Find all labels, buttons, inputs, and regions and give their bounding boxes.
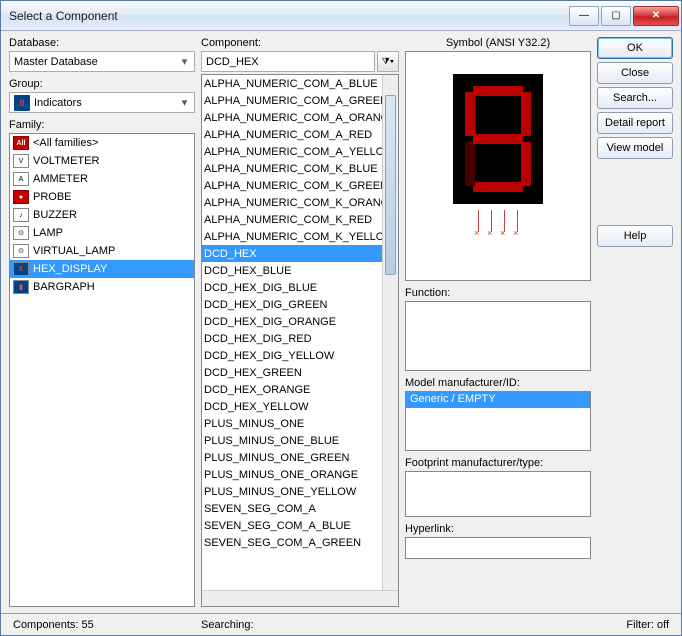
- component-item[interactable]: PLUS_MINUS_ONE_YELLOW: [202, 483, 382, 500]
- component-item[interactable]: DCD_HEX_DIG_BLUE: [202, 279, 382, 296]
- component-item[interactable]: DCD_HEX_DIG_RED: [202, 330, 382, 347]
- component-item[interactable]: DCD_HEX_DIG_GREEN: [202, 296, 382, 313]
- component-item[interactable]: PLUS_MINUS_ONE_GREEN: [202, 449, 382, 466]
- component-item[interactable]: DCD_HEX_DIG_ORANGE: [202, 313, 382, 330]
- group-label: Group:: [9, 78, 195, 90]
- status-searching: Searching:: [195, 619, 620, 631]
- component-item[interactable]: DCD_HEX_ORANGE: [202, 381, 382, 398]
- component-item[interactable]: DCD_HEX_YELLOW: [202, 398, 382, 415]
- family-listbox[interactable]: All <All families> V VOLTMETER A AMMETER ● PROB…: [9, 133, 195, 607]
- close-window-button[interactable]: ✕: [633, 6, 679, 26]
- component-item[interactable]: PLUS_MINUS_ONE: [202, 415, 382, 432]
- family-item[interactable]: All <All families>: [10, 134, 194, 152]
- minimize-button[interactable]: —: [569, 6, 599, 26]
- horizontal-scrollbar[interactable]: [202, 590, 398, 606]
- titlebar[interactable]: Select a Component — ▢ ✕: [1, 1, 681, 31]
- statusbar: Components: 55 Searching: Filter: off: [1, 613, 681, 635]
- component-item[interactable]: SEVEN_SEG_COM_A_GREEN: [202, 534, 382, 551]
- component-item[interactable]: SEVEN_SEG_COM_A_BLUE: [202, 517, 382, 534]
- family-item[interactable]: ⊙ VIRTUAL_LAMP: [10, 242, 194, 260]
- view-model-button[interactable]: View model: [597, 137, 673, 159]
- filter-icon: ⧩▾: [382, 56, 394, 67]
- search-button[interactable]: Search...: [597, 87, 673, 109]
- family-icon: ♪: [13, 208, 29, 222]
- status-components: Components: 55: [7, 619, 195, 631]
- footprint-listbox[interactable]: [405, 471, 591, 517]
- family-icon: ▮: [13, 280, 29, 294]
- window-title: Select a Component: [9, 9, 569, 23]
- family-item-label: AMMETER: [33, 173, 88, 185]
- component-filter-options-button[interactable]: ⧩▾: [377, 51, 399, 72]
- model-mfr-item[interactable]: Generic / EMPTY: [406, 392, 590, 408]
- component-listbox[interactable]: ALPHA_NUMERIC_COM_A_BLUEALPHA_NUMERIC_CO…: [202, 75, 382, 590]
- family-icon: ⊙: [13, 244, 29, 258]
- component-item[interactable]: DCD_HEX_DIG_YELLOW: [202, 347, 382, 364]
- component-label: Component:: [201, 37, 399, 49]
- family-item-label: <All families>: [33, 137, 98, 149]
- family-icon: 8: [13, 262, 29, 276]
- component-item[interactable]: DCD_HEX_BLUE: [202, 262, 382, 279]
- chevron-down-icon: ▾: [177, 55, 192, 68]
- component-item[interactable]: ALPHA_NUMERIC_COM_A_RED: [202, 126, 382, 143]
- family-item-label: HEX_DISPLAY: [33, 263, 107, 275]
- family-item-label: BARGRAPH: [33, 281, 95, 293]
- function-textbox[interactable]: [405, 301, 591, 371]
- ok-button[interactable]: OK: [597, 37, 673, 59]
- maximize-button[interactable]: ▢: [601, 6, 631, 26]
- component-item[interactable]: ALPHA_NUMERIC_COM_A_BLUE: [202, 75, 382, 92]
- vertical-scrollbar[interactable]: [382, 75, 398, 590]
- component-item[interactable]: DCD_HEX: [202, 245, 382, 262]
- family-label: Family:: [9, 119, 195, 131]
- component-item[interactable]: PLUS_MINUS_ONE_BLUE: [202, 432, 382, 449]
- family-icon: A: [13, 172, 29, 186]
- family-item-label: VOLTMETER: [33, 155, 99, 167]
- close-button[interactable]: Close: [597, 62, 673, 84]
- footprint-label: Footprint manufacturer/type:: [405, 457, 591, 469]
- component-item[interactable]: DCD_HEX_GREEN: [202, 364, 382, 381]
- family-icon: ⊙: [13, 226, 29, 240]
- status-filter: Filter: off: [620, 619, 675, 631]
- family-icon: All: [13, 136, 29, 150]
- family-item[interactable]: V VOLTMETER: [10, 152, 194, 170]
- component-item[interactable]: ALPHA_NUMERIC_COM_A_ORANGE: [202, 109, 382, 126]
- family-item[interactable]: 8 HEX_DISPLAY: [10, 260, 194, 278]
- family-item[interactable]: ♪ BUZZER: [10, 206, 194, 224]
- family-item-label: VIRTUAL_LAMP: [33, 245, 115, 257]
- database-label: Database:: [9, 37, 195, 49]
- family-item[interactable]: ● PROBE: [10, 188, 194, 206]
- group-dropdown[interactable]: 8 Indicators ▾: [9, 92, 195, 113]
- component-item[interactable]: PLUS_MINUS_ONE_ORANGE: [202, 466, 382, 483]
- component-item[interactable]: ALPHA_NUMERIC_COM_K_ORANGE: [202, 194, 382, 211]
- model-mfr-label: Model manufacturer/ID:: [405, 377, 591, 389]
- component-item[interactable]: ALPHA_NUMERIC_COM_K_RED: [202, 211, 382, 228]
- family-item-label: PROBE: [33, 191, 72, 203]
- database-dropdown[interactable]: Master Database ▾: [9, 51, 195, 72]
- family-item-label: BUZZER: [33, 209, 77, 221]
- family-item[interactable]: ⊙ LAMP: [10, 224, 194, 242]
- symbol-title: Symbol (ANSI Y32.2): [405, 37, 591, 49]
- function-label: Function:: [405, 287, 591, 299]
- hyperlink-label: Hyperlink:: [405, 523, 591, 535]
- component-filter-input[interactable]: [201, 51, 375, 72]
- component-item[interactable]: ALPHA_NUMERIC_COM_K_GREEN: [202, 177, 382, 194]
- chevron-down-icon: ▾: [177, 96, 192, 109]
- family-item[interactable]: ▮ BARGRAPH: [10, 278, 194, 296]
- family-item[interactable]: A AMMETER: [10, 170, 194, 188]
- component-item[interactable]: ALPHA_NUMERIC_COM_K_BLUE: [202, 160, 382, 177]
- component-item[interactable]: SEVEN_SEG_COM_A: [202, 500, 382, 517]
- help-button[interactable]: Help: [597, 225, 673, 247]
- family-item-label: LAMP: [33, 227, 63, 239]
- family-icon: ●: [13, 190, 29, 204]
- component-item[interactable]: ALPHA_NUMERIC_COM_A_YELLOW: [202, 143, 382, 160]
- symbol-preview: [405, 51, 591, 281]
- component-item[interactable]: ALPHA_NUMERIC_COM_K_YELLOW: [202, 228, 382, 245]
- component-item[interactable]: ALPHA_NUMERIC_COM_A_GREEN: [202, 92, 382, 109]
- model-mfr-listbox[interactable]: Generic / EMPTY: [405, 391, 591, 451]
- detail-report-button[interactable]: Detail report: [597, 112, 673, 134]
- hyperlink-textbox[interactable]: [405, 537, 591, 559]
- indicator-icon: 8: [14, 95, 30, 111]
- seven-segment-icon: [453, 74, 543, 204]
- family-icon: V: [13, 154, 29, 168]
